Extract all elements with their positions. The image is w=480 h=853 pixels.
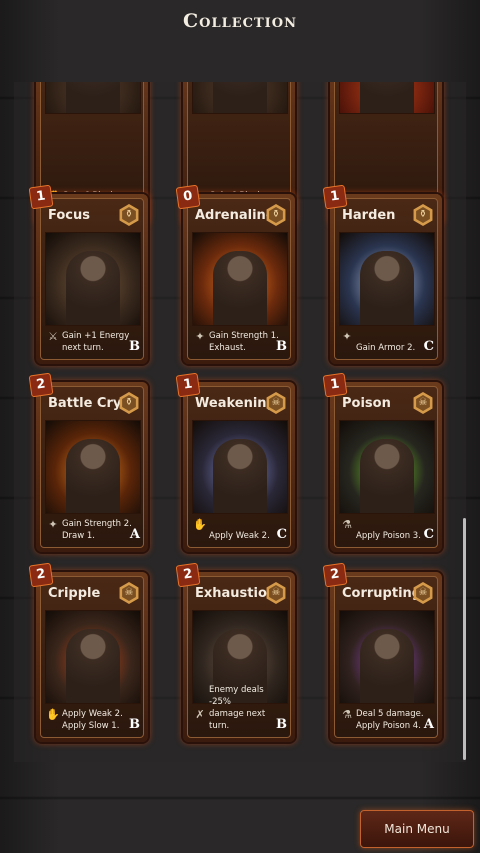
- description-line: Enemy deals -25%: [209, 685, 264, 707]
- card-name: Corrupting: [342, 586, 422, 601]
- rarity-letter: C: [423, 339, 434, 354]
- bottle-icon: ⚗: [342, 518, 352, 531]
- card-name: Poison: [342, 396, 391, 411]
- bottle-icon: ⚗: [342, 708, 352, 721]
- card[interactable]: 1 Weakening ☠ ✋ Apply Weak 2. C: [175, 372, 295, 552]
- rarity-letter: B: [276, 339, 287, 354]
- card-art: [45, 232, 141, 326]
- description-line: Gain Strength 1.: [209, 331, 279, 341]
- card-art: [339, 420, 435, 514]
- card-description: Gain Strength 1. Exhaust.: [209, 330, 281, 354]
- energy-cost-badge: 1: [175, 372, 201, 398]
- card[interactable]: 1 Poison ☠ ⚗ Apply Poison 3. C: [322, 372, 442, 552]
- description-line: Exhaust.: [209, 343, 246, 353]
- daggers-icon: ✗: [195, 708, 205, 721]
- page-title: Collection: [183, 10, 297, 32]
- card-description: Gain Strength 2. Draw 1.: [62, 518, 134, 542]
- card-description: Apply Weak 2. Apply Slow 1.: [62, 708, 134, 732]
- energy-cost-badge: 2: [28, 562, 54, 588]
- energy-cost-badge: 1: [28, 184, 54, 210]
- description-line: Draw 1.: [62, 531, 96, 541]
- description-line: Apply Poison 4.: [356, 721, 421, 731]
- card-description: Gain Armor 2.: [356, 342, 428, 354]
- card[interactable]: 2 Corrupting ☠ ⚗ Deal 5 damage. Apply Poison …: [322, 562, 442, 742]
- description-line: damage next turn.: [209, 709, 266, 731]
- claw-icon: ✋: [193, 518, 207, 531]
- card[interactable]: 0 Adrenaline ⚱ ✦ Gain Strength 1. Exhaust. B: [175, 184, 295, 364]
- warrior-figure: [360, 629, 414, 703]
- warrior-figure: [213, 251, 267, 325]
- card-name: Harden: [342, 208, 396, 223]
- warrior-figure: [66, 251, 120, 325]
- card-art: [192, 82, 288, 114]
- card-art: [192, 420, 288, 514]
- card-name: Weakening: [195, 396, 276, 411]
- description-line: Gain +1 Energy: [62, 331, 130, 341]
- card-name: Focus: [48, 208, 90, 223]
- energy-cost-badge: 2: [322, 562, 348, 588]
- rarity-letter: B: [276, 717, 287, 732]
- card-art: [45, 82, 141, 114]
- card-art: [192, 232, 288, 326]
- card-description: Apply Poison 3.: [356, 530, 428, 542]
- flex-icon: ✦: [48, 518, 58, 531]
- rarity-letter: B: [129, 717, 140, 732]
- card[interactable]: 1 Focus ⚱ ⚔ Gain +1 Energy next turn. B: [28, 184, 148, 364]
- description-line: Apply Poison 3.: [356, 531, 421, 541]
- card-art: [45, 420, 141, 514]
- energy-cost-badge: 1: [322, 184, 348, 210]
- description-line: Deal 5 damage.: [356, 709, 424, 719]
- card-name: Cripple: [48, 586, 101, 601]
- rarity-letter: C: [276, 527, 287, 542]
- main-menu-button[interactable]: Main Menu: [360, 810, 474, 848]
- collection-grid[interactable]: ✊Gain 6 Block.Gain Armor 1.B⛨Gain 6 Bloc…: [14, 82, 466, 762]
- energy-cost-badge: 0: [175, 184, 201, 210]
- card-name: Adrenaline: [195, 208, 275, 223]
- energy-cost-badge: 2: [28, 372, 54, 398]
- energy-cost-badge: 2: [175, 562, 201, 588]
- flex-icon: ✦: [195, 330, 205, 343]
- warrior-figure: [360, 251, 414, 325]
- warrior-figure: [213, 439, 267, 513]
- card-description: Gain +1 Energy next turn.: [62, 330, 134, 354]
- card[interactable]: 2 Cripple ☠ ✋ Apply Weak 2. Apply Slow 1. B: [28, 562, 148, 742]
- energy-cost-badge: 1: [322, 372, 348, 398]
- card-description: Apply Weak 2.: [209, 530, 281, 542]
- description-line: Gain Strength 2.: [62, 519, 132, 529]
- card-name: Battle Cry: [48, 396, 122, 411]
- warrior-figure: [360, 439, 414, 513]
- warrior-figure: [66, 82, 120, 113]
- rarity-letter: B: [129, 339, 140, 354]
- warrior-figure: [360, 82, 414, 113]
- description-line: Apply Slow 1.: [62, 721, 120, 731]
- description-line: Apply Weak 2.: [209, 531, 270, 541]
- card-art: [339, 232, 435, 326]
- warrior-figure: [66, 439, 120, 513]
- rarity-letter: A: [129, 527, 140, 542]
- warrior-figure: [66, 629, 120, 703]
- card-art: [339, 610, 435, 704]
- card[interactable]: 2 Exhaustion ☠ ✗ Enemy deals -25% damage next…: [175, 562, 295, 742]
- description-line: Apply Weak 2.: [62, 709, 123, 719]
- card-art: [339, 82, 435, 114]
- claw-icon: ✋: [46, 708, 60, 721]
- card[interactable]: 1 Harden ⚱ ✦ Gain Armor 2. C: [322, 184, 442, 364]
- scrollbar[interactable]: [463, 518, 466, 760]
- card[interactable]: 2 Battle Cry ⚱ ✦ Gain Strength 2. Draw 1. A: [28, 372, 148, 552]
- rarity-letter: A: [423, 717, 434, 732]
- rarity-letter: C: [423, 527, 434, 542]
- sword-icon: ⚔: [48, 330, 58, 343]
- card-art: [45, 610, 141, 704]
- description-line: next turn.: [62, 343, 104, 353]
- description-line: Gain Armor 2.: [356, 343, 416, 353]
- flex-icon: ✦: [342, 330, 352, 343]
- card-name: Exhaustion: [195, 586, 277, 601]
- card-description: Deal 5 damage. Apply Poison 4.: [356, 708, 428, 732]
- card-description: Enemy deals -25% damage next turn.: [209, 684, 281, 732]
- warrior-figure: [213, 82, 267, 113]
